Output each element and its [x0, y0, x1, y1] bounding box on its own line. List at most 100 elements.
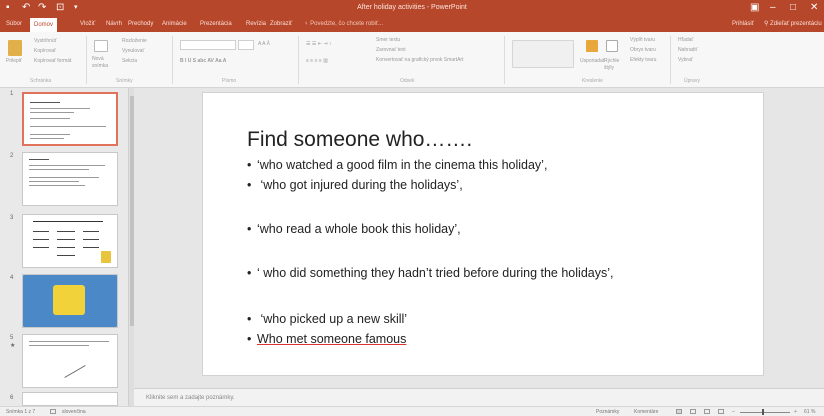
replace-button[interactable]: Nahradiť	[678, 47, 697, 54]
paragraph-group-label: Odsek	[400, 78, 415, 84]
section-button[interactable]: Sekcia	[122, 58, 137, 65]
group-divider	[172, 36, 173, 84]
new-slide-icon[interactable]	[94, 40, 108, 52]
quick-styles-icon[interactable]	[606, 40, 618, 52]
paste-icon[interactable]	[8, 40, 22, 56]
editing-group-label: Úpravy	[684, 78, 700, 84]
spellcheck-icon[interactable]	[50, 409, 56, 414]
bullet-text: ‘ who did something they hadn’t tried be…	[257, 266, 614, 280]
notes-placeholder[interactable]: Kliknite sem a zadajte poznámky.	[146, 394, 235, 402]
bullet-item[interactable]: • ‘who watched a good film in the cinema …	[247, 157, 547, 173]
tab-animations[interactable]: Animácie	[162, 19, 187, 29]
select-button[interactable]: Vybrať	[678, 57, 693, 64]
slide-counter: Snímka 1 z 7	[6, 409, 36, 415]
title-bar: ▪ ↶ ↷ ⊡ ▾ After holiday activities - Pow…	[0, 0, 824, 16]
font-name-box[interactable]	[180, 40, 236, 50]
bullet-item[interactable]: • ‘who read a whole book this holiday’,	[247, 221, 461, 237]
shape-outline-button[interactable]: Obrys tvaru	[630, 47, 656, 54]
slide-thumbnail-4[interactable]	[22, 274, 118, 328]
slide-editing-area: Find someone who……. • ‘who watched a good…	[134, 88, 824, 388]
tell-me-box[interactable]: ♀ Povedzte, čo chcete robiť...	[304, 19, 383, 29]
slideshow-view-icon[interactable]	[718, 409, 724, 414]
zoom-in-button[interactable]: +	[794, 408, 797, 416]
arrange-icon[interactable]	[586, 40, 598, 52]
bullet-item[interactable]: • ‘who picked up a new skill’	[247, 311, 407, 327]
slide-thumbnail-1[interactable]	[22, 92, 118, 146]
cut-button[interactable]: Vystrihnúť	[34, 38, 57, 45]
zoom-slider[interactable]	[740, 412, 790, 413]
tab-home[interactable]: Domov	[30, 18, 58, 32]
slide-thumbnail-3[interactable]	[22, 214, 118, 268]
group-divider	[504, 36, 505, 84]
arrange-button[interactable]: Usporiadať	[580, 58, 605, 65]
bullet-item[interactable]: • Who met someone famous	[247, 331, 406, 347]
thumbnail-number: 1	[10, 91, 14, 97]
bullet-item[interactable]: • ‘who got injured during the holidays’,	[247, 177, 463, 193]
drawing-group-label: Kreslenie	[582, 78, 603, 84]
document-title: After holiday activities - PowerPoint	[357, 4, 467, 11]
close-icon[interactable]: ✕	[810, 2, 818, 14]
paste-button[interactable]: Prilepiť	[6, 58, 22, 65]
tab-insert[interactable]: Vložiť	[80, 19, 95, 29]
ribbon-display-icon[interactable]: ▣	[750, 2, 759, 14]
find-button[interactable]: Hľadať	[678, 37, 693, 44]
comments-toggle-button[interactable]: Komentáre	[634, 408, 658, 416]
tab-design[interactable]: Návrh	[106, 19, 122, 29]
zoom-slider-thumb[interactable]	[762, 409, 764, 415]
layout-button[interactable]: Rozloženie	[122, 38, 147, 45]
status-bar: Snímka 1 z 7 slovenčina Poznámky Komentá…	[0, 406, 824, 416]
bullet-item[interactable]: • ‘ who did something they hadn’t tried b…	[247, 265, 613, 281]
thumbnail-image	[101, 251, 111, 263]
powerpoint-window: ▪ ↶ ↷ ⊡ ▾ After holiday activities - Pow…	[0, 0, 824, 416]
ribbon-tabs: Súbor Domov Vložiť Návrh Prechody Animác…	[0, 16, 824, 32]
minimize-icon[interactable]: –	[770, 2, 776, 14]
reset-button[interactable]: Vynulovať	[122, 48, 144, 55]
slide-thumbnail-5[interactable]	[22, 334, 118, 388]
sign-in-link[interactable]: Prihlásiť	[732, 19, 754, 29]
bullet-text: Who met someone famous	[257, 332, 407, 346]
reading-view-icon[interactable]	[704, 409, 710, 414]
slide-sorter-icon[interactable]	[690, 409, 696, 414]
thumbnail-image	[53, 285, 85, 315]
thumbnail-number: 6	[10, 395, 14, 401]
thumbnail-number: 3	[10, 215, 14, 221]
format-painter-button[interactable]: Kopírovať formát	[34, 58, 71, 65]
bullet-text: ‘who watched a good film in the cinema t…	[257, 158, 548, 172]
group-divider	[670, 36, 671, 84]
zoom-out-button[interactable]: –	[732, 408, 735, 416]
smartart-button[interactable]: Konvertovať na grafický prvok SmartArt	[376, 57, 463, 64]
language-indicator[interactable]: slovenčina	[62, 408, 86, 416]
quick-styles-button[interactable]: Rýchle štýly	[604, 58, 624, 72]
font-size-buttons[interactable]: A A Ǻ	[258, 41, 270, 48]
align-buttons[interactable]: ≡ ≡ ≡ ≡ ▥	[306, 58, 328, 65]
font-format-buttons[interactable]: B I U S abc AV Aa A	[180, 58, 226, 65]
font-size-box[interactable]	[238, 40, 254, 50]
share-button[interactable]: ⚲ Zdieľať prezentáciu	[764, 19, 822, 29]
ribbon: Prilepiť Vystrihnúť Kopírovať Kopírovať …	[0, 32, 824, 88]
new-slide-button[interactable]: Nová snímka	[92, 56, 118, 70]
thumbnail-number: 5	[10, 335, 14, 341]
shape-effects-button[interactable]: Efekty tvaru	[630, 57, 656, 64]
text-direction-button[interactable]: Smer textu	[376, 37, 400, 44]
maximize-icon[interactable]: □	[790, 2, 796, 14]
current-slide[interactable]: Find someone who……. • ‘who watched a good…	[202, 92, 764, 376]
slide-title[interactable]: Find someone who…….	[247, 127, 472, 153]
zoom-level[interactable]: 61 %	[804, 408, 815, 416]
copy-button[interactable]: Kopírovať	[34, 48, 56, 55]
shapes-gallery[interactable]	[512, 40, 574, 68]
tab-slideshow[interactable]: Prezentácia	[200, 19, 232, 29]
slide-thumbnail-2[interactable]	[22, 152, 118, 206]
tab-review[interactable]: Revízia	[246, 19, 266, 29]
notes-pane[interactable]: Kliknite sem a zadajte poznámky.	[134, 388, 824, 406]
align-text-button[interactable]: Zarovnať text	[376, 47, 406, 54]
notes-toggle-button[interactable]: Poznámky	[596, 408, 619, 416]
slide-thumbnail-pane: 1 2 3 4 5 ★ 6	[0, 88, 132, 406]
tab-transitions[interactable]: Prechody	[128, 19, 153, 29]
tab-view[interactable]: Zobraziť	[270, 19, 292, 29]
shape-fill-button[interactable]: Výplň tvaru	[630, 37, 655, 44]
tab-file[interactable]: Súbor	[6, 19, 22, 29]
bullet-text: ‘who got injured during the holidays’,	[257, 178, 463, 192]
slide-thumbnail-6[interactable]	[22, 392, 118, 406]
list-buttons[interactable]: ☰ ☰ ⇤ ⇥ ↕	[306, 41, 331, 48]
normal-view-icon[interactable]	[676, 409, 682, 414]
